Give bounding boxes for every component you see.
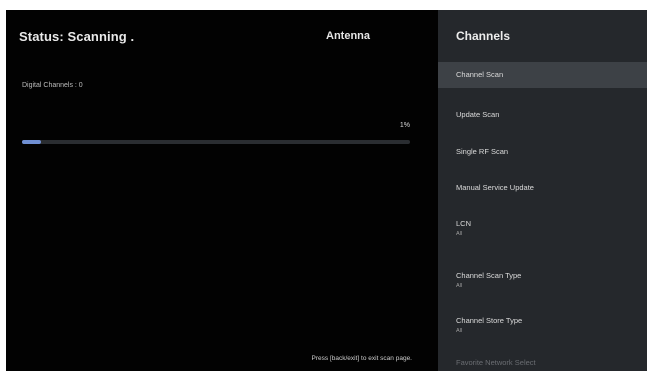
progress-percent: 1%: [399, 122, 410, 129]
menu-item-label: Favorite Network Select: [456, 358, 536, 367]
menu-item-value: All: [456, 231, 463, 237]
menu-item-label: LCN: [456, 219, 472, 228]
digital-channels-count: Digital Channels : 0: [22, 82, 83, 89]
exit-hint: Press [back/exit] to exit scan page.: [311, 355, 412, 362]
scan-progress-bar: [22, 140, 410, 144]
menu-item-label: Channel Store Type: [456, 316, 523, 325]
menu-item-label: Channel Scan: [456, 70, 504, 79]
menu-item-value: All: [456, 283, 463, 289]
menu-item-favorite-network-select[interactable]: Favorite Network Select: [438, 350, 647, 371]
menu-item-single-rf-scan[interactable]: Single RF Scan: [438, 139, 647, 165]
tv-screen: Status: Scanning . Antenna Digital Chann…: [6, 10, 647, 371]
menu-item-value: All: [456, 328, 463, 334]
menu-item-channel-scan-type[interactable]: Channel Scan Type All: [438, 263, 647, 297]
menu-title: Channels: [456, 29, 511, 43]
scan-status-pane: Status: Scanning . Antenna Digital Chann…: [6, 10, 438, 371]
menu-item-channel-scan[interactable]: Channel Scan: [438, 62, 647, 88]
scan-status-text: Status: Scanning .: [19, 29, 135, 44]
scan-progress-fill: [22, 140, 42, 144]
menu-item-label: Channel Scan Type: [456, 271, 522, 280]
menu-item-label: Manual Service Update: [456, 183, 534, 192]
signal-source-label: Antenna: [326, 30, 370, 42]
menu-item-label: Single RF Scan: [456, 147, 509, 156]
menu-item-update-scan[interactable]: Update Scan: [438, 102, 647, 128]
menu-item-label: Update Scan: [456, 110, 500, 119]
menu-item-channel-store-type[interactable]: Channel Store Type All: [438, 308, 647, 342]
menu-item-lcn[interactable]: LCN All: [438, 211, 647, 245]
menu-item-manual-service-update[interactable]: Manual Service Update: [438, 175, 647, 201]
channels-menu: Channels Channel Scan Update Scan Single…: [438, 10, 647, 371]
